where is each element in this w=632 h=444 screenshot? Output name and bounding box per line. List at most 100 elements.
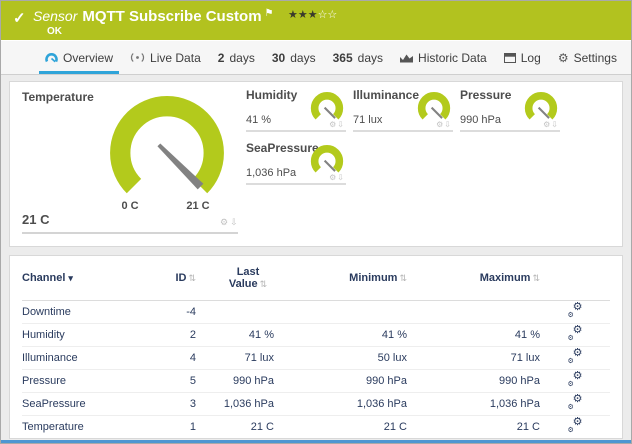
gauge-scale-max: 21 C (176, 200, 220, 212)
column-header-last-value[interactable]: Last Value⇅ (196, 256, 274, 300)
gauge-download-icon[interactable]: ⇩ (230, 217, 240, 227)
tab-live-data[interactable]: Live Data (124, 41, 207, 74)
sensor-header: ✓ SensorMQTT Subscribe Custom⚑ ★★★☆☆ OK (1, 1, 631, 41)
channel-last-value: 71 lux (196, 346, 274, 369)
sensor-page: ✓ SensorMQTT Subscribe Custom⚑ ★★★☆☆ OK … (0, 0, 632, 444)
channel-name: Humidity (22, 323, 152, 346)
channel-settings-icon[interactable]: ⚙⚙ (568, 395, 583, 409)
channel-last-value: 990 hPa (196, 369, 274, 392)
table-row: SeaPressure 3 1,036 hPa 1,036 hPa 1,036 … (22, 392, 610, 415)
channel-minimum: 41 % (274, 323, 407, 346)
tab-historic-data[interactable]: Historic Data (394, 41, 493, 74)
tab-365-days-label: days (358, 51, 383, 65)
channels-table: Channel▾ ID⇅ Last Value⇅ Minimum⇅ Maximu… (22, 256, 610, 439)
channel-name: Illuminance (22, 346, 152, 369)
channel-settings-icon[interactable]: ⚙⚙ (568, 349, 583, 363)
tab-settings[interactable]: ⚙ Settings (552, 41, 623, 74)
channel-id: 3 (152, 392, 196, 415)
priority-flag-icon[interactable]: ⚑ (265, 8, 274, 19)
sort-icon: ⇅ (188, 273, 196, 283)
channel-settings-icon[interactable]: ⚙⚙ (568, 418, 583, 432)
primary-gauge-title: Temperature (22, 90, 94, 104)
gauge-value: 71 lux (353, 114, 382, 126)
gear-icon: ⚙ (558, 51, 569, 65)
secondary-gauges-grid: Humidity 41 % ⚙⇩ Illuminance 71 lux (246, 88, 560, 185)
channel-maximum: 1,036 hPa (407, 392, 540, 415)
tab-overview[interactable]: Overview (39, 41, 119, 74)
column-header-maximum[interactable]: Maximum⇅ (407, 256, 540, 300)
gauge-action-icons[interactable]: ⚙⇩ (329, 173, 345, 182)
tab-historic-data-label: Historic Data (418, 51, 487, 65)
channel-minimum: 1,036 hPa (274, 392, 407, 415)
channel-last-value: 41 % (196, 323, 274, 346)
tab-2-days[interactable]: 2 days (212, 41, 261, 74)
channel-last-value (196, 300, 274, 323)
gauge-action-icons[interactable]: ⚙⇩ (220, 217, 240, 228)
column-header-channel[interactable]: Channel▾ (22, 256, 152, 300)
gauge-action-icons[interactable]: ⚙⇩ (436, 120, 452, 129)
priority-stars[interactable]: ★★★☆☆ (288, 9, 337, 21)
table-row: Illuminance 4 71 lux 50 lux 71 lux ⚙⚙ (22, 346, 610, 369)
gauge-download-icon[interactable]: ⇩ (337, 173, 345, 182)
gauge-download-icon[interactable]: ⇩ (444, 120, 452, 129)
tab-bar: Overview Live Data 2 days 30 days 365 da… (1, 41, 631, 75)
channel-id: 4 (152, 346, 196, 369)
tab-365-days[interactable]: 365 days (327, 41, 389, 74)
channel-last-value: 21 C (196, 415, 274, 438)
channel-minimum: 50 lux (274, 346, 407, 369)
column-header-id[interactable]: ID⇅ (152, 256, 196, 300)
channel-maximum (407, 300, 540, 323)
tab-settings-label: Settings (574, 51, 617, 65)
table-row: Downtime -4 ⚙⚙ (22, 300, 610, 323)
channel-minimum: 21 C (274, 415, 407, 438)
sort-icon: ⇅ (532, 273, 540, 283)
tab-30-days[interactable]: 30 days (266, 41, 322, 74)
channel-maximum: 41 % (407, 323, 540, 346)
overview-content: Temperature 0 C 21 C 21 C ⚙⇩ Humidity (1, 75, 631, 439)
channel-maximum: 71 lux (407, 346, 540, 369)
gauge-download-icon[interactable]: ⇩ (337, 120, 345, 129)
channel-last-value: 1,036 hPa (196, 392, 274, 415)
tab-log[interactable]: Log (498, 41, 547, 74)
tab-2-days-number: 2 (218, 51, 225, 65)
histogram-icon (400, 53, 413, 63)
channel-minimum: 990 hPa (274, 369, 407, 392)
gauge-icon (45, 52, 58, 63)
gauge-settings-icon[interactable]: ⚙ (220, 217, 230, 227)
gauge-action-icons[interactable]: ⚙⇩ (543, 120, 559, 129)
channel-maximum: 21 C (407, 415, 540, 438)
tab-log-label: Log (521, 51, 541, 65)
channels-table-panel: Channel▾ ID⇅ Last Value⇅ Minimum⇅ Maximu… (9, 255, 623, 439)
tab-365-days-number: 365 (333, 51, 353, 65)
gauge-value: 1,036 hPa (246, 167, 296, 179)
tab-2-days-label: days (229, 51, 254, 65)
gauge-action-icons[interactable]: ⚙⇩ (329, 120, 345, 129)
channel-settings-icon[interactable]: ⚙⚙ (568, 372, 583, 386)
channel-settings-icon[interactable]: ⚙⚙ (568, 326, 583, 340)
sort-icon: ⇅ (399, 273, 407, 283)
gauge-title: Humidity (246, 88, 297, 102)
table-header-row: Channel▾ ID⇅ Last Value⇅ Minimum⇅ Maximu… (22, 256, 610, 300)
channel-minimum (274, 300, 407, 323)
gauge-value: 41 % (246, 114, 271, 126)
gauge-underline (22, 232, 238, 234)
tab-30-days-number: 30 (272, 51, 285, 65)
table-row: Temperature 1 21 C 21 C 21 C ⚙⚙ (22, 415, 610, 438)
page-title: MQTT Subscribe Custom (82, 8, 261, 25)
gauge-humidity: Humidity 41 % ⚙⇩ (246, 88, 346, 132)
channel-settings-icon[interactable]: ⚙⚙ (568, 303, 583, 317)
stars-filled: ★★★ (288, 9, 318, 21)
column-header-minimum[interactable]: Minimum⇅ (274, 256, 407, 300)
sort-icon: ⇅ (260, 279, 268, 289)
table-row: Pressure 5 990 hPa 990 hPa 990 hPa ⚙⚙ (22, 369, 610, 392)
channel-name: Temperature (22, 415, 152, 438)
gauge-illuminance: Illuminance 71 lux ⚙⇩ (353, 88, 453, 132)
header-title-row: SensorMQTT Subscribe Custom⚑ ★★★☆☆ (33, 8, 337, 26)
primary-gauge-value: 21 C (22, 212, 49, 227)
channel-name: SeaPressure (22, 392, 152, 415)
stars-empty: ☆☆ (318, 9, 338, 21)
gauge-title: Illuminance (353, 88, 419, 102)
gauges-panel: Temperature 0 C 21 C 21 C ⚙⇩ Humidity (9, 81, 623, 247)
column-header-actions (540, 256, 610, 300)
gauge-download-icon[interactable]: ⇩ (551, 120, 559, 129)
